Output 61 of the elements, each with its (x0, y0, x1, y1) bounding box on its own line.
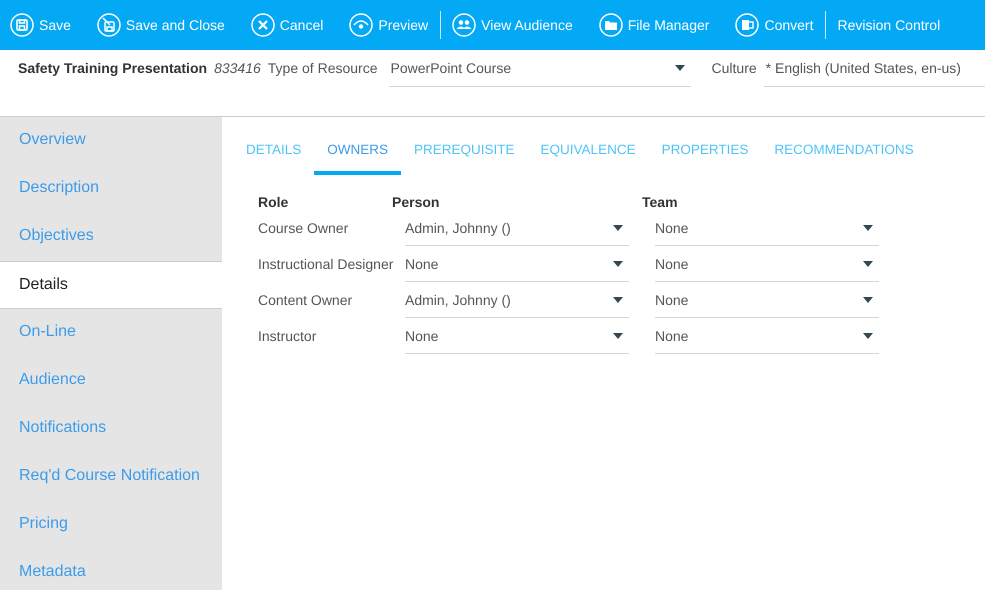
sidebar-item[interactable]: Audience (0, 357, 222, 405)
column-header: Team (642, 193, 679, 212)
toolbar-button[interactable]: Save (10, 13, 71, 37)
sidebar-item[interactable]: Details (0, 261, 222, 309)
person-dropdown[interactable]: None (405, 254, 629, 282)
course-title: Safety Training Presentation (18, 59, 208, 78)
person-dropdown[interactable]: Admin, Johnny () (405, 218, 629, 246)
tab[interactable]: RECOMMENDATIONS (761, 139, 927, 175)
convert-icon (735, 13, 760, 37)
preview-icon (349, 13, 374, 37)
tab[interactable]: PROPERTIES (648, 139, 762, 175)
toolbar-link[interactable]: Revision Control (837, 17, 940, 33)
course-number: 833416 (214, 59, 261, 78)
type-label: Type of Resource (268, 59, 378, 78)
tab[interactable]: DETAILS (246, 139, 314, 175)
toolbar-button[interactable]: Cancel (250, 13, 324, 37)
tab[interactable]: EQUIVALENCE (528, 139, 649, 175)
toolbar-button[interactable]: View Audience (452, 13, 573, 37)
column-header: Role (258, 193, 290, 212)
cancel-icon (250, 13, 275, 37)
folder-icon (598, 13, 623, 37)
caret-icon (674, 65, 685, 71)
caret-icon (863, 261, 873, 267)
audience-icon (452, 13, 476, 37)
role-label: Instructor (258, 327, 318, 346)
sidebar-item[interactable]: Metadata (0, 549, 222, 591)
person-dropdown[interactable]: None (405, 326, 629, 354)
caret-icon (613, 225, 623, 231)
caret-icon (613, 333, 623, 339)
team-dropdown[interactable]: None (655, 290, 879, 318)
role-label: Course Owner (258, 219, 350, 238)
sidebar-item[interactable]: Pricing (0, 501, 222, 549)
team-dropdown[interactable]: None (655, 218, 879, 246)
toolbar-button[interactable]: File Manager (598, 13, 710, 37)
save-icon (10, 13, 34, 37)
caret-icon (863, 225, 873, 231)
sidebar-item[interactable]: Req'd Course Notification (0, 453, 222, 501)
sidebar-item[interactable]: Objectives (0, 213, 222, 261)
toolbar-button[interactable]: Save and Close (96, 13, 225, 37)
type-dropdown[interactable]: PowerPoint Course (388, 58, 691, 87)
role-label: Instructional Designer (258, 255, 392, 274)
column-header: Person (392, 193, 440, 212)
toolbar-button[interactable]: Convert (735, 13, 814, 37)
tab[interactable]: OWNERS (314, 139, 402, 175)
team-dropdown[interactable]: None (655, 254, 879, 282)
save-close-icon (96, 13, 121, 37)
sidebar-item[interactable]: Notifications (0, 405, 222, 453)
role-label: Content Owner (258, 291, 354, 310)
culture-field[interactable]: * English (United States, en-us) (764, 58, 985, 87)
sidebar-item[interactable]: Overview (0, 117, 222, 165)
caret-icon (863, 333, 873, 339)
culture-label: Culture (712, 59, 757, 78)
caret-icon (613, 261, 623, 267)
caret-icon (863, 297, 873, 303)
toolbar-button[interactable]: Preview (349, 13, 428, 37)
sidebar-item[interactable]: On-Line (0, 309, 222, 357)
caret-icon (613, 297, 623, 303)
team-dropdown[interactable]: None (655, 326, 879, 354)
tab[interactable]: PREREQUISITE (401, 139, 528, 175)
person-dropdown[interactable]: Admin, Johnny () (405, 290, 629, 318)
sidebar-item[interactable]: Description (0, 165, 222, 213)
